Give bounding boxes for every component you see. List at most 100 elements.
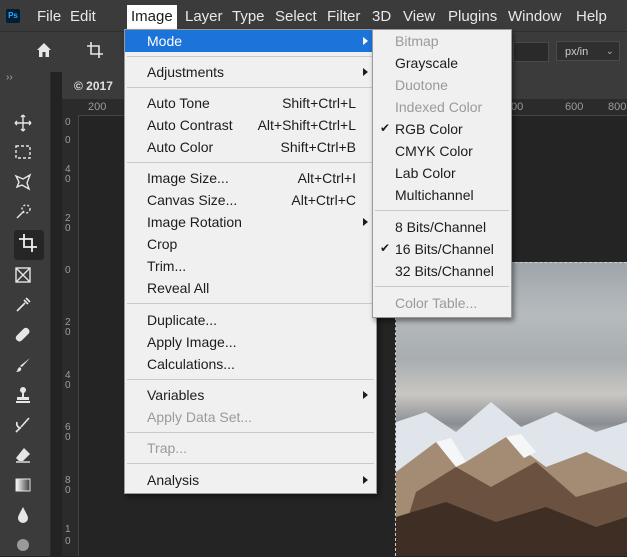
brush-tool-icon[interactable] [10,353,36,377]
menu-item-image-rotation[interactable]: Image Rotation [125,211,376,233]
menu-image[interactable]: Image [127,5,177,29]
blur-tool-icon[interactable] [10,503,36,527]
home-icon[interactable] [36,42,52,58]
menu-item-label: Image Rotation [147,214,242,230]
menu-type[interactable]: Type [232,8,265,25]
menu-select[interactable]: Select [275,8,317,25]
menu-item-mode[interactable]: Mode [125,30,376,52]
menu-item-apply-image[interactable]: Apply Image... [125,331,376,353]
menu-item-color-table: Color Table... [373,292,511,314]
image-menu: Mode Adjustments Auto Tone Shift+Ctrl+L … [124,29,377,494]
ruler-tick: 0 [65,536,71,547]
menu-separator [127,162,374,163]
menu-item-lab-color[interactable]: Lab Color [373,162,511,184]
options-input[interactable] [513,42,549,62]
menu-separator [127,87,374,88]
menu-item-auto-tone[interactable]: Auto Tone Shift+Ctrl+L [125,92,376,114]
gradient-tool-icon[interactable] [10,473,36,497]
menu-item-apply-data-set: Apply Data Set... [125,406,376,428]
menu-item-label: Duotone [395,77,448,93]
menu-item-label: Image Size... [147,170,229,186]
menu-item-calculations[interactable]: Calculations... [125,353,376,375]
frame-tool-icon[interactable] [10,263,36,287]
menu-item-reveal-all[interactable]: Reveal All [125,277,376,299]
menu-file[interactable]: File [37,8,61,25]
menu-item-label: 32 Bits/Channel [395,263,494,279]
menu-item-rgb-color[interactable]: ✔ RGB Color [373,118,511,140]
marquee-tool-icon[interactable] [10,140,36,164]
unit-select[interactable]: px/in ⌄ [556,41,620,61]
menu-item-trim[interactable]: Trim... [125,255,376,277]
menu-item-label: RGB Color [395,121,463,137]
menu-item-label: 16 Bits/Channel [395,241,494,257]
menu-filter[interactable]: Filter [327,8,360,25]
menu-item-auto-color[interactable]: Auto Color Shift+Ctrl+B [125,136,376,158]
menu-item-variables[interactable]: Variables [125,384,376,406]
menu-item-indexed-color: Indexed Color [373,96,511,118]
submenu-arrow-icon [363,391,368,399]
panel-collapse-icon[interactable]: ›› [6,72,13,83]
menu-item-label: Color Table... [395,295,478,311]
menu-layer[interactable]: Layer [185,8,223,25]
menu-item-label: Mode [147,33,183,49]
ruler-tick: 1 [65,524,71,535]
chevron-down-icon: ⌄ [605,46,614,57]
menu-help[interactable]: Help [576,8,607,25]
menu-edit[interactable]: Edit [70,8,96,25]
menu-item-label: CMYK Color [395,143,473,159]
ruler-tick: 0 [65,135,71,146]
menu-item-auto-contrast[interactable]: Auto Contrast Alt+Shift+Ctrl+L [125,114,376,136]
menu-item-duplicate[interactable]: Duplicate... [125,309,376,331]
menu-item-duotone: Duotone [373,74,511,96]
clone-stamp-tool-icon[interactable] [10,383,36,407]
tab-bar-filler [510,71,627,99]
crop-tool-icon[interactable] [14,230,44,260]
move-tool-icon[interactable] [10,111,36,135]
menu-item-16-bits[interactable]: ✔ 16 Bits/Channel [373,238,511,260]
menu-separator [127,379,374,380]
healing-brush-tool-icon[interactable] [10,323,36,347]
menu-item-shortcut: Alt+Ctrl+C [291,192,356,208]
menu-separator [127,463,374,464]
menu-plugins[interactable]: Plugins [448,8,497,25]
menu-item-label: Reveal All [147,280,210,296]
menu-item-multichannel[interactable]: Multichannel [373,184,511,206]
unit-value: px/in [565,46,589,58]
ruler-tick: 600 [565,101,584,113]
menu-item-label: Auto Contrast [147,117,233,133]
checkmark-icon: ✔ [380,121,391,135]
menu-item-8-bits[interactable]: 8 Bits/Channel [373,216,511,238]
history-brush-tool-icon[interactable] [10,413,36,437]
crop-icon[interactable] [86,41,104,59]
ruler-tick: 0 [65,117,71,128]
menu-item-grayscale[interactable]: Grayscale [373,52,511,74]
mode-submenu: Bitmap Grayscale Duotone Indexed Color ✔… [372,29,512,318]
menu-item-label: Auto Tone [147,95,210,111]
menu-item-label: Duplicate... [147,312,218,328]
menu-item-analysis[interactable]: Analysis [125,469,376,491]
menu-item-label: Auto Color [147,139,214,155]
menu-view[interactable]: View [403,8,435,25]
eyedropper-tool-icon[interactable] [10,293,36,317]
menu-window[interactable]: Window [508,8,561,25]
menu-item-crop[interactable]: Crop [125,233,376,255]
menu-item-canvas-size[interactable]: Canvas Size... Alt+Ctrl+C [125,189,376,211]
menu-item-shortcut: Alt+Ctrl+I [297,170,356,186]
menu-item-label: Crop [147,236,178,252]
submenu-arrow-icon [363,476,368,484]
menu-bar: Ps File Edit Image Layer Type Select Fil… [0,0,627,31]
menu-item-label: Calculations... [147,356,235,372]
dodge-tool-icon[interactable] [10,533,36,557]
menu-separator [375,286,509,287]
menu-3d[interactable]: 3D [372,8,391,25]
submenu-arrow-icon [363,68,368,76]
lasso-tool-icon[interactable] [10,170,36,194]
quick-selection-tool-icon[interactable] [10,200,36,224]
menu-item-32-bits[interactable]: 32 Bits/Channel [373,260,511,282]
menu-item-shortcut: Alt+Shift+Ctrl+L [257,117,356,133]
document-tab[interactable]: © 2017 [62,71,124,99]
eraser-tool-icon[interactable] [10,443,36,467]
menu-item-adjustments[interactable]: Adjustments [125,61,376,83]
menu-item-image-size[interactable]: Image Size... Alt+Ctrl+I [125,167,376,189]
menu-item-cmyk-color[interactable]: CMYK Color [373,140,511,162]
